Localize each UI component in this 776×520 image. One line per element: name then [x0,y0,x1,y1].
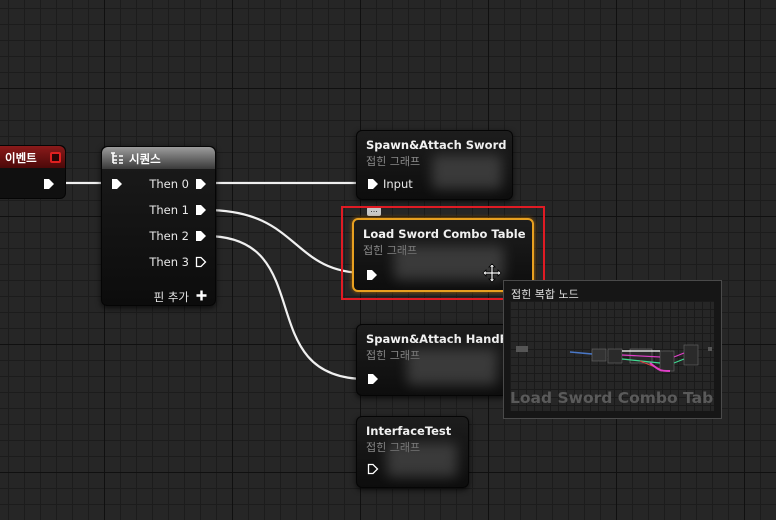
then-2-pin-icon[interactable] [195,230,207,242]
event-node[interactable]: 이벤트 [0,145,66,199]
then-3-pin-icon[interactable] [195,256,207,268]
tooltip-preview-caption: Load Sword Combo Table [510,389,714,407]
then-3-label: Then 3 [149,255,189,269]
move-cursor-icon [482,263,502,283]
add-pin-label: 핀 추가 [153,290,189,304]
collapsed-node-spawn-attach-handfire[interactable]: Spawn&Attach HandFire 접힌 그래프 [356,324,525,396]
then-2-label: Then 2 [149,229,189,243]
sequence-node-title: 시퀀스 [129,152,161,166]
collapsed-node-tooltip: 접힌 복합 노드 Load Sword Combo Table [503,280,722,419]
sequence-node-header: 시퀀스 [102,147,215,169]
blurred-thumbnail [387,443,457,477]
delegate-pin-icon[interactable] [50,152,61,163]
event-node-title: 이벤트 [5,151,37,165]
blurred-thumbnail [432,155,502,189]
exec-input-pin-icon[interactable] [111,178,123,190]
then-1-label: Then 1 [149,203,189,217]
blurred-thumbnail [407,349,497,385]
sequence-icon [111,152,123,164]
node-subtitle: 접힌 그래프 [366,155,421,168]
event-node-header: 이벤트 [0,146,65,168]
sequence-node[interactable]: 시퀀스 Then 0 Then 1 Then 2 Then 3 핀 추가 [101,146,216,306]
tooltip-title: 접힌 복합 노드 [511,288,579,301]
then-0-pin-icon[interactable] [195,178,207,190]
then-0-label: Then 0 [149,177,189,191]
exec-input-pin-unconnected-icon[interactable] [367,463,379,475]
exec-output-pin-icon[interactable] [43,178,55,190]
exec-input-pin-icon[interactable] [367,373,379,385]
node-title: Spawn&Attach Sword [366,138,507,152]
then-1-pin-icon[interactable] [195,204,207,216]
graph-preview-thumbnail: Load Sword Combo Table [510,301,714,411]
node-title: Spawn&Attach HandFire [366,332,525,346]
node-title: InterfaceTest [366,424,452,438]
plus-icon[interactable] [196,290,207,301]
exec-input-pin-icon[interactable] [367,178,379,190]
input-pin-label: Input [383,177,413,191]
collapsed-node-spawn-attach-sword[interactable]: Spawn&Attach Sword 접힌 그래프 Input [356,130,513,200]
collapsed-node-interfacetest[interactable]: InterfaceTest 접힌 그래프 [356,416,469,488]
